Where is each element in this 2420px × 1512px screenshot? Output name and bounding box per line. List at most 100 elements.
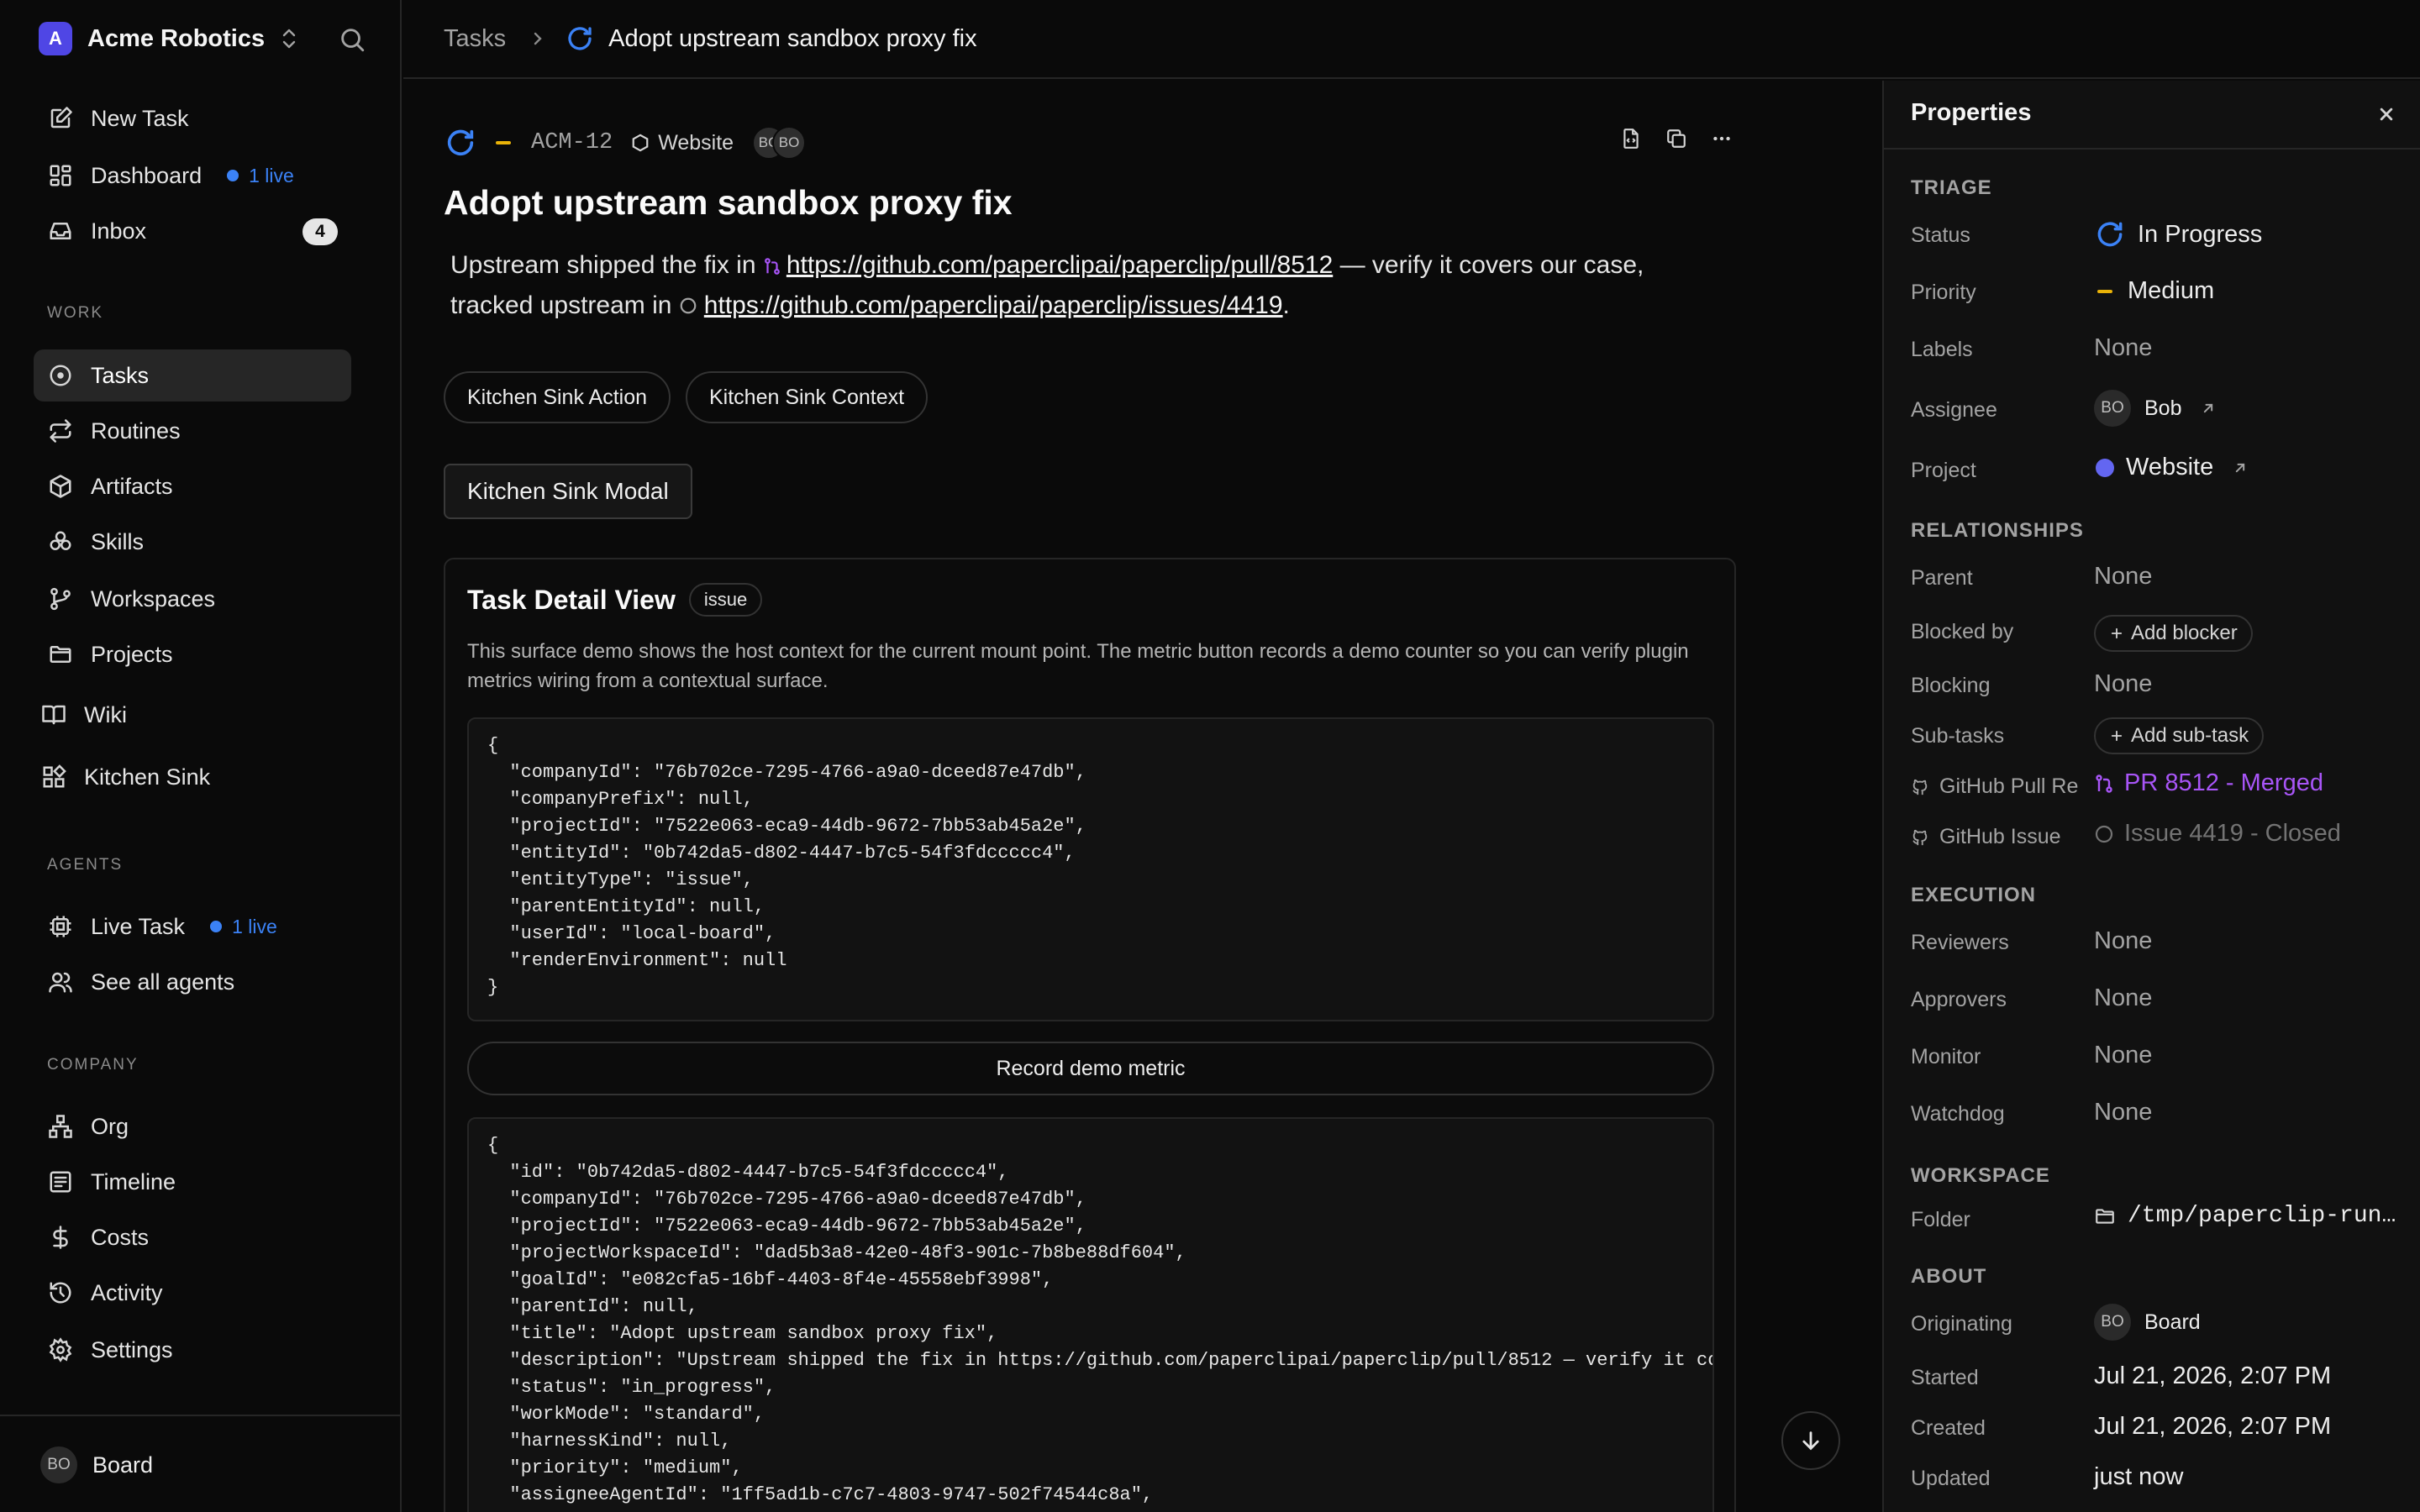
nav-live-task[interactable]: Live Task 1 live [34,900,351,953]
puzzle-icon [40,764,67,790]
github-issue-label-text: GitHub Issue [1939,825,2061,848]
git-branch-icon [47,585,74,612]
section-triage: TRIAGE [1911,176,1992,199]
skills-icon [47,528,74,555]
more-icon[interactable] [1711,128,1733,150]
assignee-value[interactable]: BO Bob [2094,390,2217,427]
project-label: Project [1911,459,1976,482]
plus-icon [2109,728,2124,743]
user-name: Board [92,1452,154,1478]
monitor-value[interactable]: None [2094,1042,2152,1069]
nav-skills[interactable]: Skills [34,516,351,568]
folder-label: Folder [1911,1208,1970,1231]
breadcrumb-tasks[interactable]: Tasks [444,25,506,53]
properties-panel: Properties TRIAGE Status In Progress Pri… [1882,81,2420,1512]
priority-medium-icon[interactable] [496,141,511,144]
in-progress-icon [2094,218,2126,250]
company-switcher[interactable]: A Acme Robotics [39,22,298,55]
folder-value[interactable]: /tmp/paperclip-run… [2094,1203,2396,1229]
close-icon[interactable] [2375,102,2398,126]
nav-routines[interactable]: Routines [34,405,351,457]
github-pr-link[interactable]: PR 8512 - Merged [2094,769,2323,797]
copy-icon[interactable] [1665,128,1687,150]
kitchen-sink-modal-button[interactable]: Kitchen Sink Modal [444,464,692,519]
assignee-avatars[interactable]: BO BO [752,126,807,160]
parent-value[interactable]: None [2094,563,2152,591]
record-demo-metric-button[interactable]: Record demo metric [467,1042,1714,1095]
add-blocker-label: Add blocker [2131,622,2238,644]
nav-dashboard[interactable]: Dashboard 1 live [34,150,351,202]
nav-new-task[interactable]: New Task [34,92,351,144]
inbox-icon [47,218,74,244]
github-icon [1911,828,1929,847]
approvers-value[interactable]: None [2094,984,2152,1012]
add-subtask-label: Add sub-task [2131,724,2249,747]
section-about: ABOUT [1911,1265,1987,1288]
entity-json-block: { "id": "0b742da5-d802-4447-b7c5-54f3fdc… [467,1117,1714,1512]
nav-label: Live Task [91,913,186,939]
file-code-icon[interactable] [1620,128,1642,150]
card-badge: issue [688,583,763,617]
user-menu[interactable]: BO Board [40,1446,153,1483]
nav-label: See all agents [91,969,235,995]
git-pull-request-icon [2094,774,2114,794]
add-blocker-button[interactable]: Add blocker [2094,615,2253,652]
nav-label: Dashboard [91,162,203,188]
pr-link[interactable]: https://github.com/paperclipai/paperclip… [786,251,1333,279]
github-issue-link[interactable]: Issue 4419 - Closed [2094,820,2341,848]
project-value[interactable]: Website [2094,454,2249,481]
repeat-icon [47,417,74,444]
reviewers-value[interactable]: None [2094,927,2152,955]
external-link-icon[interactable] [2232,459,2249,476]
live-indicator [210,921,223,932]
status-in-progress-icon[interactable] [444,126,477,160]
created-value: Jul 21, 2026, 2:07 PM [2094,1413,2332,1440]
avatar: BO [2094,1304,2131,1341]
updated-label: Updated [1911,1467,1991,1490]
nav-artifacts[interactable]: Artifacts [34,460,351,512]
nav-org[interactable]: Org [34,1100,351,1152]
created-label: Created [1911,1416,1986,1440]
github-pr-label-text: GitHub Pull Re [1939,774,2079,798]
issue-link[interactable]: https://github.com/paperclipai/paperclip… [704,291,1283,319]
nav-see-all-agents[interactable]: See all agents [34,956,351,1008]
project-tag[interactable]: Website [631,131,734,155]
started-value: Jul 21, 2026, 2:07 PM [2094,1362,2332,1389]
status-value[interactable]: In Progress [2094,218,2262,250]
avatar: BO [40,1446,77,1483]
section-execution: EXECUTION [1911,884,2037,906]
labels-label: Labels [1911,338,1973,361]
scroll-to-bottom-button[interactable] [1781,1411,1840,1470]
task-actions [1620,128,1733,150]
nav-projects[interactable]: Projects [34,628,351,680]
nav-tasks[interactable]: Tasks [34,349,351,402]
external-link-icon[interactable] [2200,400,2217,417]
card-description: This surface demo shows the host context… [467,640,1689,692]
labels-value[interactable]: None [2094,334,2152,362]
priority-value[interactable]: Medium [2094,277,2214,305]
nav-activity[interactable]: Activity [34,1267,351,1319]
nav-inbox[interactable]: Inbox 4 [34,205,351,257]
properties-header: Properties [1884,81,2420,150]
originating-value[interactable]: BO Board [2094,1304,2201,1341]
watchdog-value[interactable]: None [2094,1099,2152,1126]
updated-value: just now [2094,1463,2184,1490]
nav-timeline[interactable]: Timeline [34,1156,351,1208]
subtasks-label: Sub-tasks [1911,724,2005,748]
kitchen-sink-context-button[interactable]: Kitchen Sink Context [686,371,929,423]
blocked-by-label: Blocked by [1911,620,2014,643]
nav-settings[interactable]: Settings [34,1324,351,1376]
kitchen-sink-action-button[interactable]: Kitchen Sink Action [444,371,671,423]
live-badge: 1 live [249,164,294,186]
nav-wiki[interactable]: Wiki [27,689,345,741]
search-icon[interactable] [338,25,366,54]
nav-workspaces[interactable]: Workspaces [34,573,351,625]
blocking-value[interactable]: None [2094,670,2152,698]
status-label: Status [1911,223,1970,247]
monitor-label: Monitor [1911,1045,1981,1068]
add-subtask-button[interactable]: Add sub-task [2094,717,2265,754]
nav-costs[interactable]: Costs [34,1211,351,1263]
chevron-updown-icon [280,27,298,50]
nav-kitchen-sink[interactable]: Kitchen Sink [27,751,345,803]
agents-heading: AGENTS [47,856,124,874]
